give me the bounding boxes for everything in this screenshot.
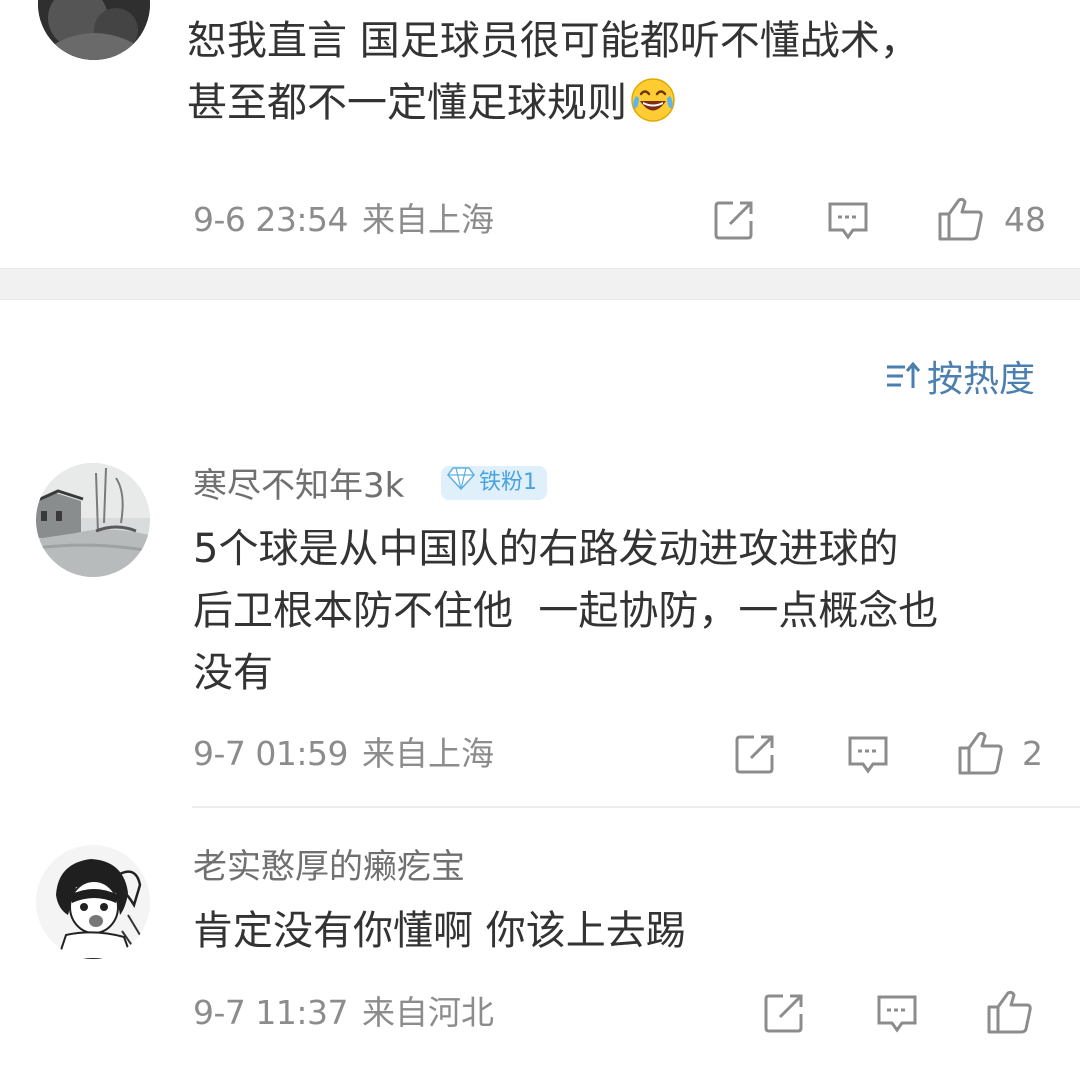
share-icon[interactable] xyxy=(763,992,805,1034)
like-count: 48 xyxy=(1004,200,1046,239)
comment-text: 肯定没有你懂啊 你该上去踢 xyxy=(193,900,686,962)
comment-line: 后卫根本防不住他 一起协防，一点概念也 xyxy=(193,588,939,634)
thumbs-up-icon[interactable] xyxy=(986,989,1034,1035)
comment-line: 甚至都不一定懂足球规则 xyxy=(187,72,920,134)
section-divider xyxy=(0,268,1080,300)
laughing-tears-emoji xyxy=(629,76,677,124)
sort-label: 按热度 xyxy=(927,359,1036,400)
share-icon[interactable] xyxy=(734,733,776,775)
sort-button[interactable]: 按热度 xyxy=(885,358,1035,402)
comment-location: 来自上海 xyxy=(362,200,494,239)
comment-text: 5个球是从中国队的右路发动进攻进球的 后卫根本防不住他 一起协防，一点概念也 没… xyxy=(193,518,938,704)
comment-meta: 9-7 11:37 来自河北 xyxy=(193,991,494,1035)
comment-line: 5个球是从中国队的右路发动进攻进球的 xyxy=(193,526,899,572)
comment-time: 9-6 23:54 xyxy=(193,200,349,239)
diamond-icon xyxy=(447,466,479,501)
comment-text: 恕我直言 国足球员很可能都听不懂战术， 甚至都不一定懂足球规则 xyxy=(187,10,920,134)
comment-line: 肯定没有你懂啊 你该上去踢 xyxy=(193,908,686,954)
avatar[interactable] xyxy=(38,0,150,60)
comment-meta: 9-6 23:54 来自上海 xyxy=(193,198,494,242)
comment-username[interactable]: 寒尽不知年3k xyxy=(193,464,404,508)
sort-icon xyxy=(885,358,927,402)
thumbs-up-icon[interactable] xyxy=(937,196,985,242)
avatar[interactable] xyxy=(36,845,150,959)
comment-divider xyxy=(192,806,1080,808)
reply-icon[interactable] xyxy=(826,200,870,242)
comment-meta: 9-7 01:59 来自上海 xyxy=(193,732,494,776)
comment-time: 9-7 11:37 xyxy=(193,993,349,1032)
comment-time: 9-7 01:59 xyxy=(193,734,349,773)
comment-username[interactable]: 老实憨厚的癞疙宝 xyxy=(193,845,465,889)
reply-icon[interactable] xyxy=(846,734,890,776)
reply-icon[interactable] xyxy=(875,993,919,1035)
badge-label: 铁粉1 xyxy=(479,470,537,495)
comment-location: 来自河北 xyxy=(362,993,494,1032)
avatar[interactable] xyxy=(36,463,150,577)
like-count: 2 xyxy=(1022,734,1043,773)
comment-line: 没有 xyxy=(193,650,273,696)
fan-badge[interactable]: 铁粉1 xyxy=(441,466,547,500)
comment-line: 恕我直言 国足球员很可能都听不懂战术， xyxy=(187,18,920,64)
thumbs-up-icon[interactable] xyxy=(957,730,1005,776)
share-icon[interactable] xyxy=(713,199,755,241)
comment-location: 来自上海 xyxy=(362,734,494,773)
